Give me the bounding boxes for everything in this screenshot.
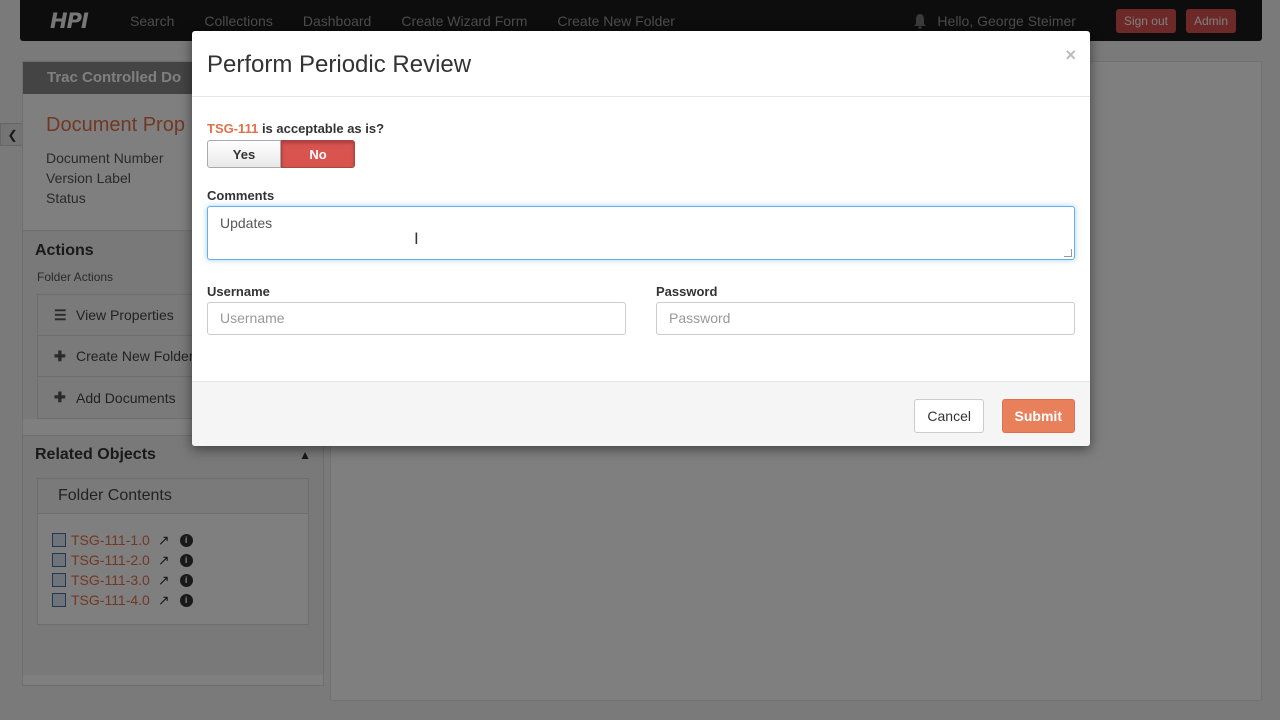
document-reference-link[interactable]: TSG-111 — [207, 121, 258, 136]
modal-title: Perform Periodic Review — [207, 51, 472, 78]
resize-handle[interactable] — [1064, 249, 1072, 257]
username-input[interactable]: Username — [207, 302, 626, 335]
yes-button[interactable]: Yes — [207, 140, 281, 168]
comments-textarea[interactable]: Updates Ⅰ — [207, 206, 1075, 260]
yes-no-toggle: Yes No — [207, 140, 1075, 168]
question-text: is acceptable as is? — [261, 121, 385, 136]
close-icon[interactable]: × — [1065, 45, 1076, 66]
password-input[interactable]: Password — [656, 302, 1075, 335]
periodic-review-modal: Perform Periodic Review × TSG-111 is acc… — [192, 31, 1090, 446]
password-label: Password — [656, 284, 718, 299]
comments-value: Updates — [220, 215, 273, 231]
comments-label: Comments — [207, 188, 275, 203]
username-label: Username — [207, 284, 270, 299]
acceptance-question: TSG-111 is acceptable as is? — [207, 121, 1075, 136]
modal-header: Perform Periodic Review × — [192, 31, 1090, 97]
no-button[interactable]: No — [281, 140, 355, 168]
text-cursor-icon: Ⅰ — [414, 231, 419, 248]
modal-footer: Cancel Submit — [192, 381, 1090, 446]
cancel-button[interactable]: Cancel — [914, 399, 984, 433]
submit-button[interactable]: Submit — [1001, 399, 1075, 433]
modal-body: TSG-111 is acceptable as is? Yes No Comm… — [192, 97, 1090, 381]
